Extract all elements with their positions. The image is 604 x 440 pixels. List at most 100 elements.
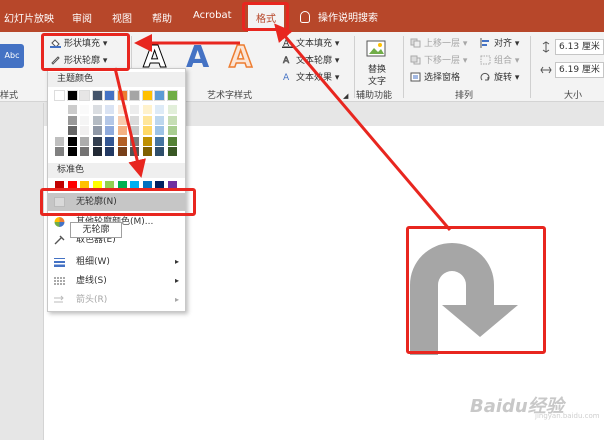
text-effects-button[interactable]: A 文本效果 ▾ — [282, 70, 339, 83]
standard-colors-heading: 标准色 — [48, 163, 185, 178]
send-backward-button[interactable]: 下移一层 ▾ — [410, 53, 467, 66]
theme-color-swatch[interactable] — [104, 90, 115, 101]
text-outline-label: 文本轮廓 — [296, 56, 333, 66]
theme-color-shade-swatch[interactable] — [142, 126, 152, 135]
tab-slideshow[interactable]: 幻灯片放映 — [4, 10, 54, 25]
tooltip: 无轮廓 — [70, 222, 122, 238]
theme-color-shade-swatch[interactable] — [167, 105, 177, 114]
theme-color-shade-swatch[interactable] — [80, 147, 89, 156]
theme-color-shade-swatch[interactable] — [55, 147, 64, 156]
theme-color-shade-swatch[interactable] — [80, 136, 89, 146]
theme-color-shade-swatch[interactable] — [105, 136, 114, 146]
theme-color-shade-swatch[interactable] — [92, 136, 102, 146]
arrows-item[interactable]: 箭头(R) ▸ — [48, 291, 185, 309]
theme-color-shade-swatch[interactable] — [80, 126, 89, 135]
bring-forward-button[interactable]: 上移一层 ▾ — [410, 36, 467, 49]
theme-color-shade-swatch[interactable] — [67, 115, 77, 125]
shape-style-preset[interactable]: Abc — [0, 44, 24, 68]
theme-color-shade-swatch[interactable] — [155, 105, 164, 114]
theme-color-shade-swatch[interactable] — [167, 136, 177, 146]
theme-color-shade-swatch[interactable] — [55, 105, 64, 114]
theme-color-shade-swatch[interactable] — [167, 126, 177, 135]
tab-view[interactable]: 视图 — [112, 10, 132, 25]
theme-color-shade-swatch[interactable] — [92, 115, 102, 125]
theme-color-shade-swatch[interactable] — [80, 105, 89, 114]
theme-color-shade-swatch[interactable] — [105, 147, 114, 156]
wordart-style-2[interactable]: A — [186, 42, 209, 74]
text-fill-icon: A — [282, 39, 293, 48]
theme-color-shade-swatch[interactable] — [155, 126, 164, 135]
theme-color-shade-swatch[interactable] — [105, 126, 114, 135]
arrows-label: 箭头(R) — [76, 295, 108, 305]
theme-color-swatch[interactable] — [54, 90, 65, 101]
theme-color-shade-swatch[interactable] — [142, 115, 152, 125]
align-button[interactable]: 对齐 ▾ — [480, 36, 519, 49]
theme-color-shade-swatch[interactable] — [55, 136, 64, 146]
theme-color-shade-swatch[interactable] — [117, 136, 127, 146]
theme-color-shade-swatch[interactable] — [55, 126, 64, 135]
theme-color-swatch[interactable] — [154, 90, 165, 101]
theme-color-swatch[interactable] — [141, 90, 153, 101]
selection-pane-button[interactable]: 选择窗格 — [410, 70, 460, 83]
svg-text:A: A — [283, 73, 290, 82]
theme-color-shade-swatch[interactable] — [155, 115, 164, 125]
submenu-arrow-icon: ▸ — [174, 276, 179, 285]
tell-me-search[interactable]: 操作说明搜索 — [300, 9, 378, 24]
align-label: 对齐 — [494, 39, 513, 49]
theme-color-shade-swatch[interactable] — [130, 105, 139, 114]
theme-color-shade-swatch[interactable] — [92, 105, 102, 114]
theme-color-shade-swatch[interactable] — [142, 147, 152, 156]
theme-color-shade-swatch[interactable] — [167, 147, 177, 156]
theme-color-shade-swatch[interactable] — [130, 136, 139, 146]
wordart-style-3[interactable]: A — [228, 41, 253, 75]
baidu-watermark-url: jingyan.baidu.com — [535, 412, 600, 420]
shape-height-input[interactable]: 6.13 厘米 — [555, 39, 604, 55]
theme-color-shade-swatch[interactable] — [67, 126, 77, 135]
theme-color-shade-swatch[interactable] — [155, 147, 164, 156]
theme-color-swatch[interactable] — [79, 90, 90, 101]
tab-acrobat[interactable]: Acrobat — [193, 10, 232, 21]
theme-color-swatch[interactable] — [91, 90, 103, 101]
theme-color-swatch[interactable] — [66, 90, 78, 101]
theme-color-shade-swatch[interactable] — [67, 147, 77, 156]
theme-color-shade-swatch[interactable] — [130, 126, 139, 135]
tab-review[interactable]: 审阅 — [72, 10, 92, 25]
weight-item[interactable]: 粗细(W) ▸ — [48, 253, 185, 271]
theme-color-shade-swatch[interactable] — [117, 126, 127, 135]
theme-color-swatch[interactable] — [166, 90, 178, 101]
text-outline-button[interactable]: A 文本轮廓 ▾ — [282, 53, 340, 66]
send-backward-label: 下移一层 — [424, 56, 461, 66]
dialog-launcher-icon[interactable]: ◢ — [343, 92, 348, 100]
shape-width-input[interactable]: 6.19 厘米 — [555, 62, 604, 78]
text-fill-label: 文本填充 — [296, 39, 333, 49]
group-button[interactable]: 组合 ▾ — [480, 53, 519, 66]
theme-color-shade-swatch[interactable] — [117, 147, 127, 156]
theme-color-shade-swatch[interactable] — [92, 147, 102, 156]
theme-color-shade-swatch[interactable] — [155, 136, 164, 146]
replace-text-button[interactable] — [364, 38, 390, 60]
group-label-shape-styles: 样式 — [0, 91, 19, 101]
theme-color-shade-swatch[interactable] — [80, 115, 89, 125]
theme-color-shade-swatch[interactable] — [117, 105, 127, 114]
theme-color-shade-swatch[interactable] — [92, 126, 102, 135]
theme-color-shade-swatch[interactable] — [55, 115, 64, 125]
theme-color-shade-swatch[interactable] — [117, 115, 127, 125]
tab-help[interactable]: 帮助 — [152, 10, 172, 25]
theme-color-shade-swatch[interactable] — [130, 115, 139, 125]
group-label-accessibility: 辅助功能 — [356, 91, 393, 101]
theme-color-shade-swatch[interactable] — [167, 115, 177, 125]
align-icon — [480, 38, 489, 48]
theme-color-shade-swatch[interactable] — [105, 115, 114, 125]
theme-color-shade-swatch[interactable] — [105, 105, 114, 114]
theme-color-shade-swatch[interactable] — [142, 136, 152, 146]
theme-color-swatch[interactable] — [129, 90, 140, 101]
text-fill-button[interactable]: A 文本填充 ▾ — [282, 36, 339, 49]
theme-color-shade-swatch[interactable] — [67, 136, 77, 146]
dashes-item[interactable]: 虚线(S) ▸ — [48, 272, 185, 290]
lightbulb-icon — [300, 11, 310, 23]
theme-color-shade-swatch[interactable] — [130, 147, 139, 156]
theme-color-shade-swatch[interactable] — [142, 105, 152, 114]
rotate-button[interactable]: 旋转 ▾ — [480, 70, 519, 83]
theme-color-swatch[interactable] — [116, 90, 128, 101]
theme-color-shade-swatch[interactable] — [67, 105, 77, 114]
